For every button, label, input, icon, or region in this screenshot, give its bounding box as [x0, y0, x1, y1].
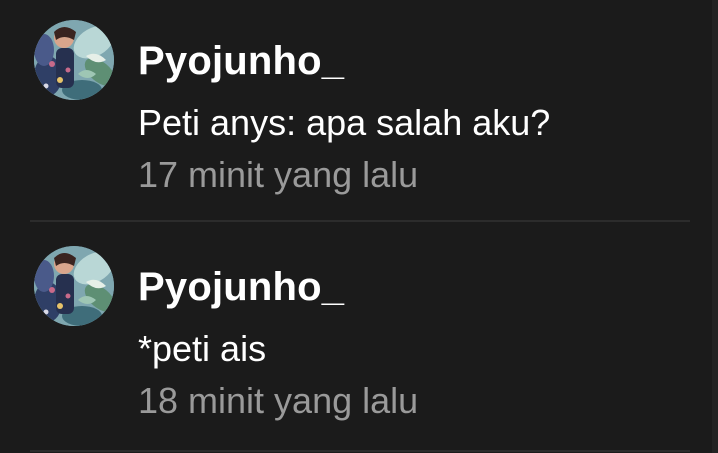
user-avatar[interactable]	[34, 20, 114, 100]
user-avatar[interactable]	[34, 246, 114, 326]
comment-text: *peti ais	[138, 328, 267, 369]
comment-text: Peti anys: apa salah aku?	[138, 102, 551, 143]
username[interactable]: Pyojunho_	[138, 38, 344, 84]
comment-item[interactable]: Pyojunho_ Peti anys: apa salah aku? 17 m…	[0, 0, 712, 226]
scroll-edge	[712, 0, 718, 453]
avatar-image	[34, 246, 114, 326]
divider	[30, 450, 690, 452]
comment-timestamp: 17 minit yang lalu	[138, 154, 419, 195]
username[interactable]: Pyojunho_	[138, 264, 344, 310]
comment-item[interactable]: Pyojunho_ *peti ais 18 minit yang lalu	[0, 226, 712, 452]
comment-list: Pyojunho_ Peti anys: apa salah aku? 17 m…	[0, 0, 712, 453]
avatar-image	[34, 20, 114, 100]
divider	[30, 220, 690, 222]
comment-timestamp: 18 minit yang lalu	[138, 380, 419, 421]
